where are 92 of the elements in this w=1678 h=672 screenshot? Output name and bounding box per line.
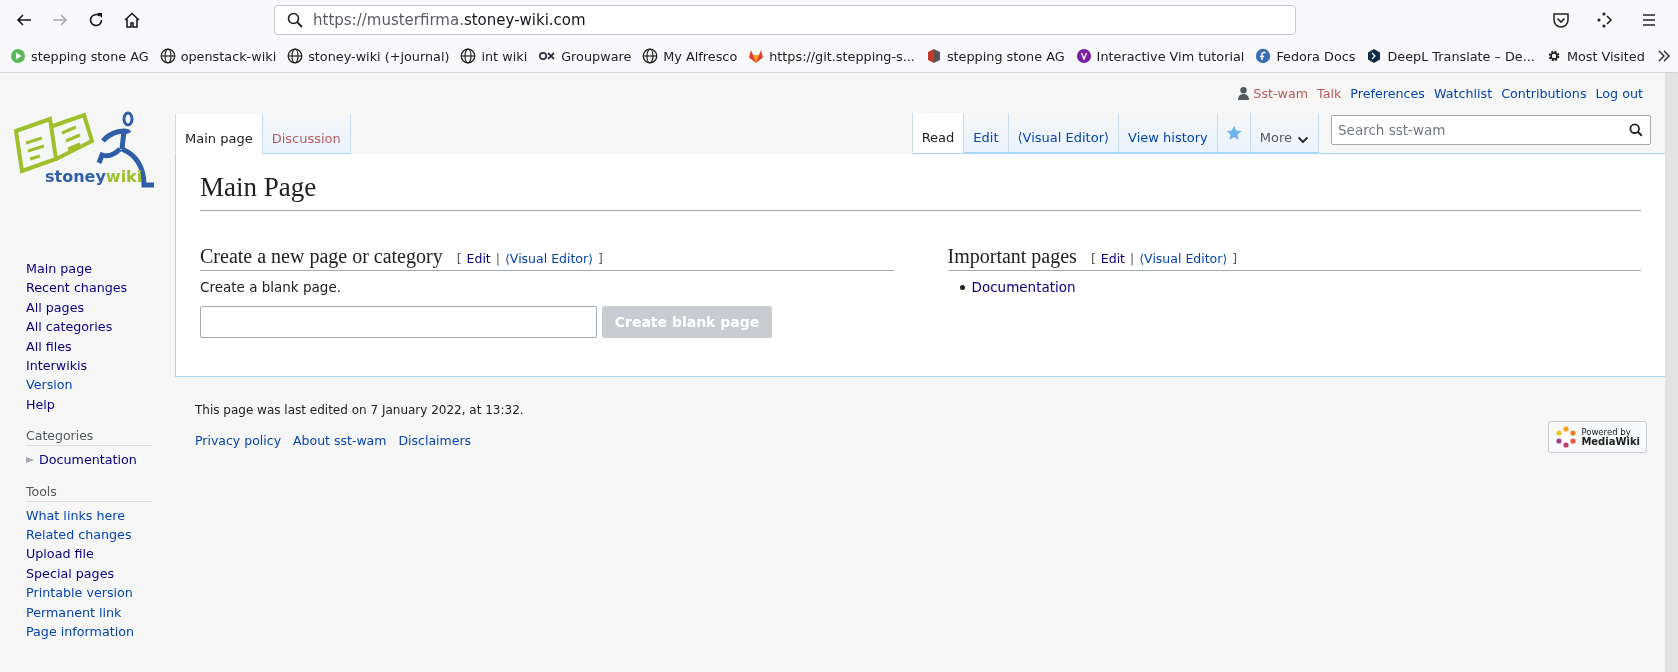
bookmark-item[interactable]: stepping stone AG <box>925 48 1065 64</box>
namespace-tab[interactable]: Main page <box>175 114 262 154</box>
bracket: [ <box>1090 251 1096 266</box>
view-tab[interactable]: View history <box>1118 113 1217 153</box>
address-field[interactable]: https://musterfirma.stoney-wiki.com <box>274 5 1296 35</box>
scrollbar[interactable] <box>1665 73 1678 672</box>
sidebar-link[interactable]: Version <box>26 375 175 395</box>
personal-link[interactable]: Preferences <box>1350 85 1425 101</box>
visual-editor-link[interactable]: ⟨Visual Editor⟩ <box>1139 251 1228 266</box>
section-heading: Create a new page or category <box>200 245 443 268</box>
last-edited-text: This page was last edited on 7 January 2022, at 13:32. <box>195 403 524 417</box>
globe-icon <box>287 48 304 64</box>
footer-link[interactable]: Privacy policy <box>195 433 282 448</box>
bookmark-item[interactable]: DeepL Translate – De... <box>1366 48 1535 64</box>
bracket: [ <box>456 251 462 266</box>
powered-by-badge[interactable]: Powered by MediaWiki <box>1548 421 1647 453</box>
pocket-icon[interactable] <box>1552 11 1570 29</box>
search-field[interactable]: Search sst-wam <box>1331 115 1651 145</box>
portal-heading: Categories <box>26 428 152 447</box>
sidebar-link[interactable]: Help <box>26 394 175 415</box>
home-icon[interactable] <box>123 11 141 29</box>
bookmark-item[interactable]: openstack-wiki <box>159 48 277 64</box>
bracket: ] <box>1232 251 1238 266</box>
sidebar-link[interactable]: Printable version <box>26 583 133 603</box>
bookmark-item[interactable]: My Alfresco <box>642 48 738 64</box>
footer-link[interactable]: About sst-wam <box>293 433 387 448</box>
user-icon <box>1238 86 1250 100</box>
flower-icon <box>1555 426 1578 448</box>
watch-star-tab[interactable] <box>1216 113 1250 153</box>
footer-link[interactable]: Disclaimers <box>398 433 472 448</box>
bookmark-item[interactable]: Interactive Vim tutorial <box>1075 48 1245 64</box>
page-title: Main Page <box>200 166 1641 211</box>
search-icon[interactable] <box>1629 123 1643 137</box>
sidebar-link[interactable]: All pages <box>26 297 175 318</box>
sidebar-link[interactable]: What links here <box>26 505 126 526</box>
v-letter-icon <box>1075 48 1092 64</box>
bookmark-item[interactable]: stepping stone AG <box>10 48 149 64</box>
sidebar-link[interactable]: All categories <box>26 317 175 337</box>
fox-icon <box>748 48 765 64</box>
dots-arrow-icon[interactable] <box>1596 11 1614 29</box>
sidebar-link[interactable]: All files <box>26 336 175 357</box>
edit-link[interactable]: Edit <box>466 251 491 266</box>
sidebar-link[interactable]: Upload file <box>26 544 94 564</box>
separator: | <box>495 251 500 266</box>
play-icon <box>10 48 26 64</box>
bookmark-item[interactable]: https://git.stepping-s... <box>748 48 915 64</box>
personal-link[interactable]: Talk <box>1317 85 1342 101</box>
star-icon <box>1225 124 1242 141</box>
more-menu-tab[interactable]: More <box>1249 113 1319 153</box>
logo-text: stoneywiki <box>45 167 143 187</box>
hexagon-icon <box>1366 48 1383 64</box>
sidebar-link[interactable]: Page information <box>26 622 134 642</box>
search-icon <box>287 12 303 28</box>
cube-icon <box>925 48 942 64</box>
triangle-icon <box>26 455 34 464</box>
portal-heading: Tools <box>26 483 152 502</box>
body-text: Create a blank page. <box>200 279 342 295</box>
bookmark-item[interactable]: Most Visited <box>1545 48 1645 64</box>
page-name-input[interactable] <box>200 306 597 338</box>
chevron-down-icon <box>1297 135 1309 145</box>
personal-link[interactable]: Contributions <box>1501 85 1587 101</box>
sidebar-link[interactable]: Documentation <box>39 450 137 470</box>
sidebar-link[interactable]: Permanent link <box>26 602 122 623</box>
view-tab[interactable]: ⟨Visual Editor⟩ <box>1007 113 1119 153</box>
sidebar-link[interactable]: Special pages <box>26 563 115 584</box>
view-tab[interactable]: Read <box>911 113 964 153</box>
bullet-icon <box>959 284 965 290</box>
reload-icon[interactable] <box>87 11 105 29</box>
sidebar-link[interactable]: Interwikis <box>26 356 175 376</box>
view-tab[interactable]: Edit <box>963 113 1008 153</box>
edit-link[interactable]: Edit <box>1100 251 1125 266</box>
bookmark-item[interactable]: Groupware <box>538 48 632 64</box>
globe-icon <box>159 48 176 64</box>
bookmark-item[interactable]: Fedora Docs <box>1255 48 1356 64</box>
sidebar-link[interactable]: Related changes <box>26 525 132 545</box>
personal-link[interactable]: Watchlist <box>1434 85 1493 101</box>
visual-editor-link[interactable]: ⟨Visual Editor⟩ <box>505 251 594 266</box>
personal-link[interactable]: Log out <box>1595 85 1643 101</box>
personal-link[interactable]: Sst-wam <box>1253 85 1309 101</box>
bookmark-item[interactable]: int wiki <box>460 48 528 64</box>
separator: | <box>1130 251 1135 266</box>
bracket: ] <box>598 251 603 266</box>
globe-icon <box>642 48 659 64</box>
menu-icon[interactable] <box>1640 11 1658 29</box>
bookmark-item[interactable]: stoney-wiki (+journal) <box>287 48 450 64</box>
namespace-tab[interactable]: Discussion <box>261 114 351 154</box>
globe-icon <box>460 48 477 64</box>
f-letter-icon <box>1255 48 1272 64</box>
sidebar-link[interactable]: Main page <box>26 259 175 279</box>
page-link[interactable]: Documentation <box>971 279 1076 295</box>
sidebar-link[interactable]: Recent changes <box>26 278 175 298</box>
section-heading: Important pages <box>947 245 1077 268</box>
